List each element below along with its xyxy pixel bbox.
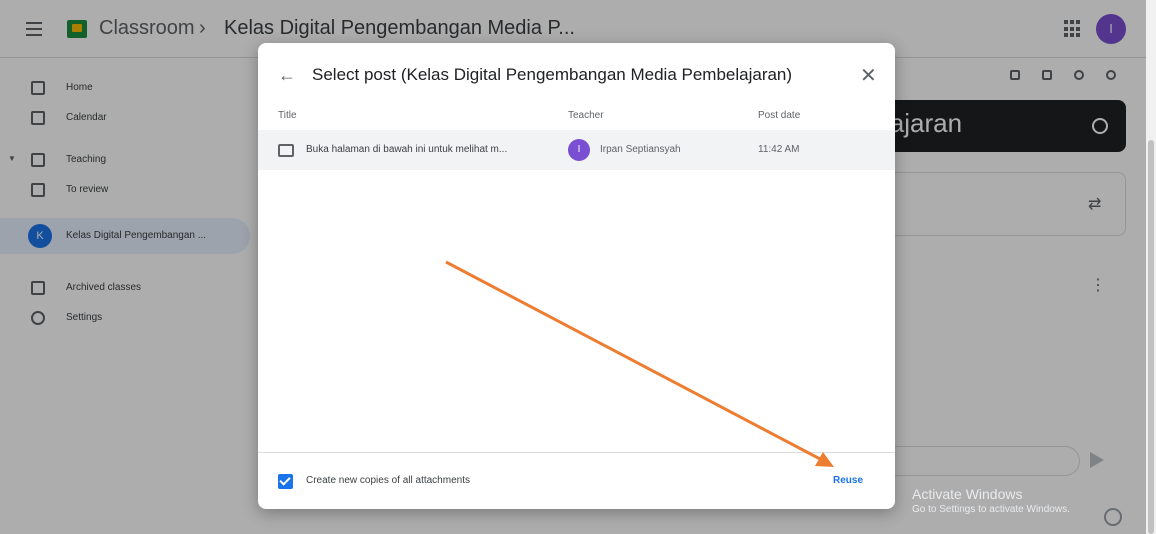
dialog-title: Select post (Kelas Digital Pengembangan … bbox=[312, 65, 793, 84]
column-header-teacher: Teacher bbox=[568, 110, 604, 121]
teacher-name: Irpan Septiansyah bbox=[600, 144, 681, 155]
select-post-dialog: ← Select post (Kelas Digital Pengembanga… bbox=[258, 43, 895, 509]
classroom-page: Classroom › Kelas Digital Pengembangan M… bbox=[0, 0, 1156, 534]
post-title: Buka halaman di bawah ini untuk melihat … bbox=[306, 144, 508, 155]
copy-attachments-checkbox[interactable] bbox=[278, 474, 293, 489]
activate-windows-subtitle: Go to Settings to activate Windows. bbox=[912, 504, 1070, 515]
close-icon[interactable]: ✕ bbox=[860, 63, 877, 88]
post-date: 11:42 AM bbox=[758, 144, 800, 155]
copy-attachments-label: Create new copies of all attachments bbox=[306, 475, 470, 486]
arrow-back-icon[interactable]: ← bbox=[278, 65, 296, 86]
column-header-post-date: Post date bbox=[758, 110, 801, 121]
announcement-icon bbox=[278, 144, 294, 157]
teacher-avatar: I bbox=[568, 139, 590, 161]
scrollbar-thumb[interactable] bbox=[1148, 140, 1154, 534]
column-header-title: Title bbox=[278, 110, 297, 121]
post-row[interactable]: Buka halaman di bawah ini untuk melihat … bbox=[258, 130, 895, 170]
reuse-button[interactable]: Reuse bbox=[824, 469, 872, 493]
dialog-divider bbox=[258, 452, 895, 453]
activate-windows-title: Activate Windows bbox=[912, 486, 1023, 502]
